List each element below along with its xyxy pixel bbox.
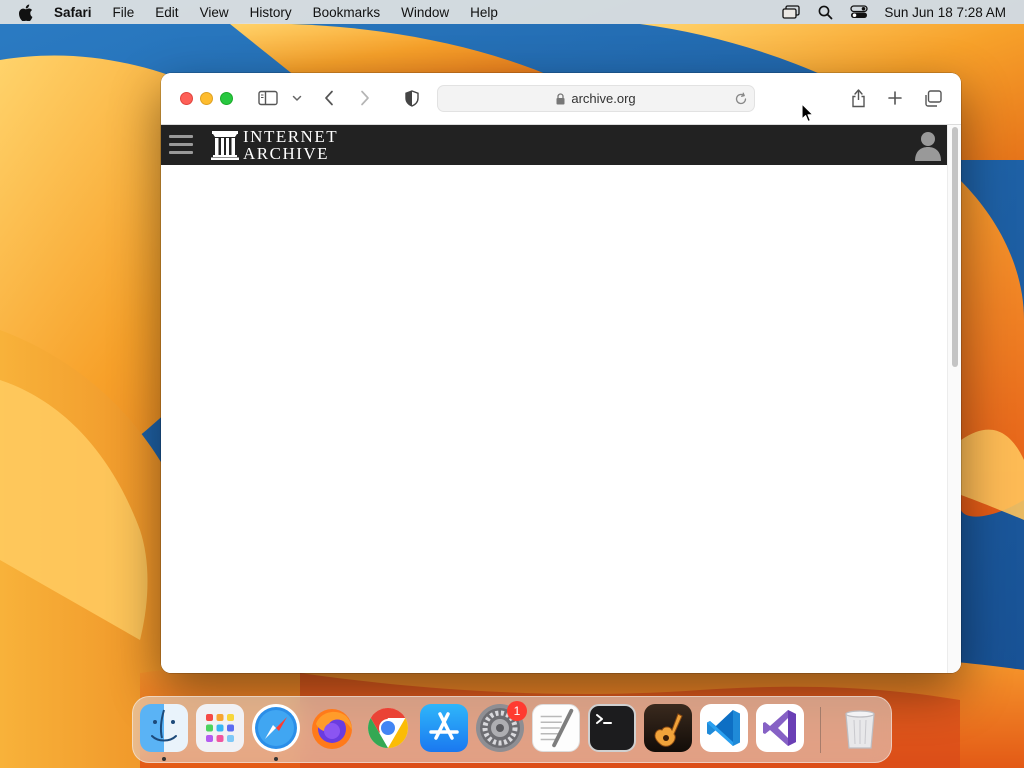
screen-mirroring-icon[interactable] (782, 4, 801, 20)
address-bar-url: archive.org (571, 91, 636, 106)
menu-history[interactable]: History (250, 5, 292, 20)
dock-terminal-icon[interactable] (588, 704, 636, 752)
logo-line-internet: INTERNET (243, 127, 339, 146)
logo-line-archive: ARCHIVE (243, 144, 330, 163)
page-scrollbar[interactable] (947, 125, 961, 673)
user-account-icon[interactable] (913, 129, 943, 161)
safari-window: archive.org INTERNET ARCHIVE (161, 73, 961, 673)
dock-visual-studio-icon[interactable] (756, 704, 804, 752)
reload-icon[interactable] (734, 92, 748, 106)
close-window-button[interactable] (180, 92, 193, 105)
internet-archive-wordmark[interactable]: INTERNET ARCHIVE (243, 128, 338, 162)
mouse-cursor-icon (801, 103, 815, 123)
internet-archive-logo-icon[interactable] (211, 130, 239, 160)
address-bar[interactable]: archive.org (437, 85, 755, 112)
dock-app-store-icon[interactable] (420, 704, 468, 752)
dock-launchpad-icon[interactable] (196, 704, 244, 752)
web-page-content: INTERNET ARCHIVE (161, 125, 947, 673)
dock-textedit-icon[interactable] (532, 704, 580, 752)
dock-separator (820, 707, 821, 753)
privacy-shield-icon[interactable] (404, 89, 420, 107)
dock-trash-icon[interactable] (836, 704, 884, 752)
menu-bar: Safari File Edit View History Bookmarks … (0, 0, 1024, 24)
tab-group-chevron-down-icon[interactable] (291, 93, 303, 103)
dock: 1 (132, 696, 892, 763)
menu-edit[interactable]: Edit (155, 5, 178, 20)
menu-window[interactable]: Window (401, 5, 449, 20)
fullscreen-window-button[interactable] (220, 92, 233, 105)
menu-app-name[interactable]: Safari (54, 5, 92, 20)
dock-vscode-icon[interactable] (700, 704, 748, 752)
finder-running-dot (162, 757, 166, 761)
menu-file[interactable]: File (113, 5, 135, 20)
dock-chrome-icon[interactable] (364, 704, 412, 752)
new-tab-plus-icon[interactable] (886, 89, 904, 107)
safari-running-dot (274, 757, 278, 761)
control-center-icon[interactable] (850, 4, 869, 20)
browser-toolbar: archive.org (161, 73, 961, 125)
lock-icon (556, 92, 566, 105)
dock-safari-icon[interactable] (252, 704, 300, 752)
tab-overview-icon[interactable] (923, 89, 943, 107)
sidebar-toggle-icon[interactable] (258, 89, 278, 107)
share-icon[interactable] (849, 87, 867, 109)
dock-firefox-icon[interactable] (308, 704, 356, 752)
minimize-window-button[interactable] (200, 92, 213, 105)
forward-button-icon[interactable] (357, 89, 373, 107)
hamburger-menu-icon[interactable] (169, 135, 193, 155)
internet-archive-header: INTERNET ARCHIVE (161, 125, 947, 165)
dock-garageband-icon[interactable] (644, 704, 692, 752)
menu-bookmarks[interactable]: Bookmarks (313, 5, 381, 20)
apple-menu-icon[interactable] (18, 4, 38, 21)
spotlight-search-icon[interactable] (816, 4, 834, 20)
notification-badge: 1 (507, 701, 527, 721)
menu-help[interactable]: Help (470, 5, 498, 20)
scrollbar-thumb[interactable] (952, 127, 958, 367)
menu-clock[interactable]: Sun Jun 18 7:28 AM (884, 5, 1006, 20)
dock-finder-icon[interactable] (140, 704, 188, 752)
menu-view[interactable]: View (200, 5, 229, 20)
back-button-icon[interactable] (321, 89, 337, 107)
